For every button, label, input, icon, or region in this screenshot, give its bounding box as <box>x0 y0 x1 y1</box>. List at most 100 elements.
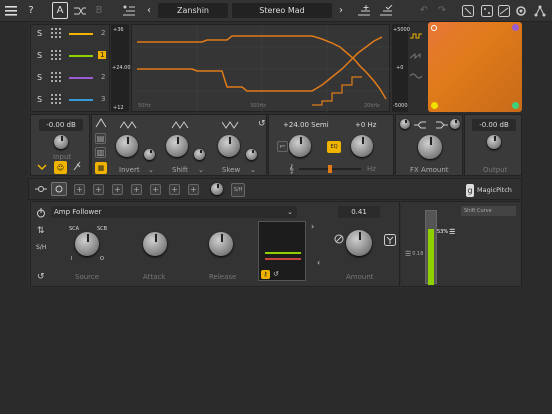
fx-right-knob[interactable] <box>450 119 460 129</box>
mode-b-button[interactable]: B <box>94 2 104 19</box>
reset-shape-icon[interactable]: ↺ <box>258 119 266 129</box>
shift-dropdown-icon[interactable]: ⌄ <box>198 166 204 174</box>
shuffle-icon[interactable] <box>73 2 87 19</box>
source-knob[interactable] <box>75 232 99 256</box>
mod-sh-button[interactable]: S/H <box>231 183 245 197</box>
wave-saw-icon[interactable] <box>410 52 424 60</box>
band-4-grid-icon[interactable] <box>51 94 61 104</box>
level-meter-strip[interactable]: +5000 +0 -5000 <box>392 24 410 112</box>
wave-sine-icon[interactable] <box>410 72 424 80</box>
mode-a-button[interactable]: A <box>52 2 68 19</box>
source-label: Source <box>75 273 100 281</box>
save-preset-icon[interactable] <box>378 2 394 19</box>
hz-slider-handle[interactable] <box>328 165 332 173</box>
mod-depth-slider[interactable] <box>425 210 437 285</box>
amount-value[interactable]: 0.41 <box>338 206 380 218</box>
meter-mode-button[interactable]: ☺ <box>54 161 67 174</box>
shift-wave-icon[interactable] <box>172 121 190 129</box>
preset-prev-button[interactable]: ‹ <box>145 2 153 19</box>
amount-mode-icon[interactable] <box>334 234 344 244</box>
xy-pad-green-node[interactable] <box>512 102 519 109</box>
release-knob[interactable] <box>209 232 233 256</box>
mod-slot-2[interactable]: + <box>74 184 85 195</box>
preset-name-select[interactable]: Stereo Mad <box>232 3 332 18</box>
wave-square-icon[interactable] <box>410 32 424 40</box>
fx-routing-icon[interactable] <box>414 121 426 129</box>
randomize-icon[interactable] <box>497 2 510 19</box>
bypass-icon[interactable] <box>37 161 47 171</box>
mod-slot-6[interactable]: + <box>150 184 161 195</box>
mod-slot-8[interactable]: + <box>188 184 199 195</box>
band-1-grid-icon[interactable] <box>51 28 61 38</box>
mod-slot-3[interactable]: + <box>93 184 104 195</box>
quantize-icon[interactable]: ⌐ <box>277 141 288 152</box>
mod-slot-7[interactable]: + <box>169 184 180 195</box>
curve-icon[interactable] <box>95 118 107 128</box>
routing-icon[interactable] <box>120 2 138 19</box>
settings-gear-icon[interactable] <box>514 2 527 19</box>
option-b-button[interactable]: ▥ <box>95 147 106 158</box>
xy-pad-orange-node[interactable] <box>431 25 437 31</box>
output-gain-value[interactable]: -0.00 dB <box>472 119 516 131</box>
band-2-grid-icon[interactable] <box>51 50 61 60</box>
invert-wave-icon[interactable] <box>120 121 138 129</box>
mod-slot-4[interactable]: + <box>112 184 123 195</box>
grid-icon[interactable] <box>480 2 493 19</box>
fx-left-knob[interactable] <box>400 119 410 129</box>
sort-icon[interactable]: ⇅ <box>37 226 45 236</box>
network-icon[interactable] <box>533 2 546 19</box>
mod-routing-icon[interactable] <box>35 185 47 193</box>
mod-slot-5[interactable]: + <box>131 184 142 195</box>
preset-bank-select[interactable]: Zanshin <box>158 3 228 18</box>
xy-pad[interactable] <box>428 22 522 112</box>
input-gain-value[interactable]: -0.00 dB <box>39 119 83 131</box>
menu-icon[interactable] <box>4 2 18 19</box>
add-preset-icon[interactable] <box>356 2 372 19</box>
scope-key-button[interactable]: ⚷ <box>261 270 270 279</box>
attack-knob[interactable] <box>143 232 167 256</box>
undo-icon[interactable]: ↶ <box>418 2 430 19</box>
mod-prev-icon[interactable]: ‹ <box>317 258 320 267</box>
skew-dropdown-icon[interactable]: ⌄ <box>250 166 256 174</box>
amount-knob[interactable] <box>346 230 372 256</box>
reset-mod-icon[interactable]: ↺ <box>37 272 45 282</box>
skew-mod-knob[interactable] <box>246 149 257 160</box>
mod-slot-knob[interactable] <box>211 183 223 195</box>
help-button[interactable]: ? <box>26 2 36 19</box>
eq-mode-button[interactable]: EQ <box>327 141 341 153</box>
pitch-scale-strip[interactable]: +36 +24.00 +12 <box>111 24 131 112</box>
small-readout: ☰ 0.18 <box>405 248 427 260</box>
fx-amount-knob[interactable] <box>418 135 442 159</box>
hz-knob[interactable] <box>351 135 373 157</box>
skew-knob[interactable] <box>218 135 240 157</box>
band-3-grid-icon[interactable] <box>51 72 61 82</box>
resize-icon[interactable] <box>461 2 474 19</box>
power-icon[interactable] <box>36 208 46 218</box>
scope-reset-icon[interactable]: ↺ <box>273 270 279 278</box>
pitch-curve-graph[interactable]: 50Hz 300Hz 20kHz <box>131 24 391 113</box>
invert-knob[interactable] <box>116 135 138 157</box>
option-a-button[interactable]: ▤ <box>95 133 106 144</box>
shift-knob[interactable] <box>166 135 188 157</box>
mod-slot-bar: + + + + + + + S/H g MagicPitch <box>28 178 522 200</box>
mod-slot-1[interactable] <box>51 182 67 196</box>
invert-mod-knob[interactable] <box>144 149 155 160</box>
mod-next-icon[interactable]: › <box>311 222 314 231</box>
redo-icon[interactable]: ↷ <box>436 2 448 19</box>
mod-source-select[interactable]: Amp Follower ⌄ <box>51 206 297 218</box>
skew-wave-icon[interactable] <box>222 121 240 129</box>
shift-curve-label[interactable]: Shift Curve <box>461 206 516 216</box>
input-gain-knob[interactable] <box>54 135 68 149</box>
option-c-button[interactable]: ▦ <box>95 162 107 174</box>
split-icon[interactable] <box>384 234 396 246</box>
output-gain-knob[interactable] <box>487 135 501 149</box>
semi-knob[interactable] <box>289 135 311 157</box>
hz-slider-track[interactable] <box>299 165 361 173</box>
shift-mod-knob[interactable] <box>194 149 205 160</box>
fx-merge-icon[interactable] <box>436 121 448 129</box>
preset-next-button[interactable]: › <box>337 2 345 19</box>
invert-dropdown-icon[interactable]: ⌄ <box>148 166 154 174</box>
xy-pad-yellow-node[interactable] <box>431 102 438 109</box>
xy-pad-purple-node[interactable] <box>512 24 519 31</box>
tuning-fork-icon[interactable] <box>72 161 82 171</box>
